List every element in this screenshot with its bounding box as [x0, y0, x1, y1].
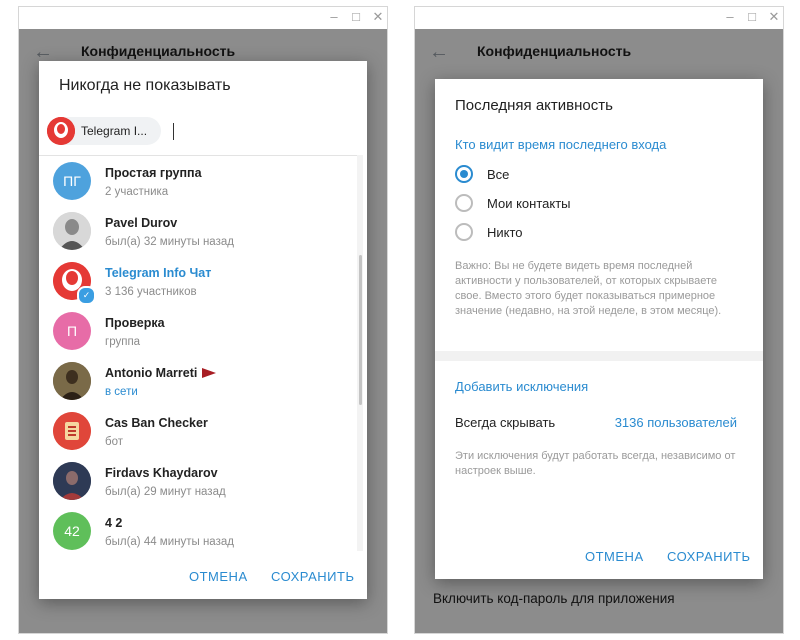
never-show-dialog: Никогда не показывать Telegram I... ПГ П… [39, 61, 367, 599]
item-status: группа [105, 336, 141, 348]
radio-everyone[interactable] [455, 165, 473, 183]
always-hide-label[interactable]: Всегда скрывать [455, 415, 555, 430]
dialog-title: Последняя активность [455, 97, 613, 114]
list-item[interactable]: Pavel Durov был(а) 32 минуты назад [39, 206, 357, 256]
item-status: 2 участника [105, 186, 169, 198]
close-icon[interactable]: ✕ [371, 10, 385, 24]
exceptions-header: Добавить исключения [455, 379, 589, 394]
radio-label[interactable]: Никто [487, 225, 523, 240]
item-status: был(а) 32 минуты назад [105, 236, 234, 248]
avatar [53, 462, 91, 500]
search-input-caret[interactable] [173, 123, 174, 140]
scrollbar-thumb[interactable] [359, 255, 362, 405]
minimize-icon[interactable]: – [723, 10, 737, 24]
item-status: был(а) 29 минут назад [105, 486, 226, 498]
avatar: ПГ [53, 162, 91, 200]
contact-list: ПГ Простая группа 2 участника Pavel Duro… [39, 155, 357, 552]
radio-label[interactable]: Все [487, 167, 509, 182]
always-hide-count[interactable]: 3136 пользователей [615, 415, 737, 430]
avatar: П [53, 312, 91, 350]
cancel-button[interactable]: ОТМЕНА [189, 569, 248, 584]
chip-avatar [47, 117, 75, 145]
maximize-icon[interactable]: □ [349, 10, 363, 24]
item-name: Cas Ban Checker [105, 416, 208, 430]
person-photo-icon [53, 462, 91, 500]
item-name: Проверка [105, 316, 165, 330]
avatar [53, 212, 91, 250]
flag-icon [202, 368, 217, 378]
list-item[interactable]: ПГ Простая группа 2 участника [39, 156, 357, 206]
privacy-note: Важно: Вы не будете видеть время последн… [455, 260, 722, 317]
minimize-icon[interactable]: – [327, 10, 341, 24]
section-header: Кто видит время последнего входа [455, 137, 667, 152]
title-bar: – □ ✕ [19, 7, 387, 29]
clipboard-icon [53, 412, 91, 450]
save-button[interactable]: СОХРАНИТЬ [667, 549, 750, 564]
selected-chip[interactable]: Telegram I... [47, 117, 161, 145]
scrollbar[interactable] [357, 155, 363, 551]
left-window: – □ ✕ ← Конфиденциальность Никогда не по… [18, 6, 388, 634]
item-status: 3 136 участников [105, 286, 197, 298]
list-item[interactable]: 42 4 2 был(а) 44 минуты назад [39, 506, 357, 552]
item-name-text: Antonio Marreti [105, 366, 198, 380]
person-photo-icon [53, 212, 91, 250]
close-icon[interactable]: ✕ [767, 10, 781, 24]
avatar [53, 362, 91, 400]
list-item[interactable]: Cas Ban Checker бот [39, 406, 357, 456]
maximize-icon[interactable]: □ [745, 10, 759, 24]
title-bar: – □ ✕ [415, 7, 783, 29]
item-status: был(а) 44 минуты назад [105, 536, 234, 548]
radio-my-contacts[interactable] [455, 194, 473, 212]
list-item[interactable]: ✓ Telegram Info Чат 3 136 участников [39, 256, 357, 306]
exceptions-note: Эти исключения будут работать всегда, не… [455, 450, 736, 477]
radio-label[interactable]: Мои контакты [487, 196, 571, 211]
item-name: Pavel Durov [105, 216, 178, 230]
list-item[interactable]: Antonio Marreti в сети [39, 356, 357, 406]
item-status: в сети [105, 386, 138, 398]
item-name: Telegram Info Чат [105, 266, 212, 280]
radio-nobody[interactable] [455, 223, 473, 241]
section-divider [435, 351, 763, 361]
save-button[interactable]: СОХРАНИТЬ [271, 569, 354, 584]
item-name: Firdavs Khaydarov [105, 466, 218, 480]
list-item[interactable]: П Проверка группа [39, 306, 357, 356]
right-window: – □ ✕ ← Конфиденциальность Включить код-… [414, 6, 784, 634]
person-photo-icon [53, 362, 91, 400]
item-name: Простая группа [105, 166, 202, 180]
telegram-info-logo-icon [47, 117, 75, 145]
checkmark-icon: ✓ [77, 286, 96, 305]
avatar: 42 [53, 512, 91, 550]
item-status: бот [105, 436, 123, 448]
list-item[interactable]: Firdavs Khaydarov был(а) 29 минут назад [39, 456, 357, 506]
chip-label: Telegram I... [81, 124, 148, 138]
cancel-button[interactable]: ОТМЕНА [585, 549, 644, 564]
avatar [53, 412, 91, 450]
last-seen-dialog: Последняя активность Кто видит время пос… [435, 79, 763, 579]
item-name: 4 2 [105, 516, 123, 530]
item-name: Antonio Marreti [105, 366, 217, 380]
dialog-title: Никогда не показывать [59, 77, 231, 94]
